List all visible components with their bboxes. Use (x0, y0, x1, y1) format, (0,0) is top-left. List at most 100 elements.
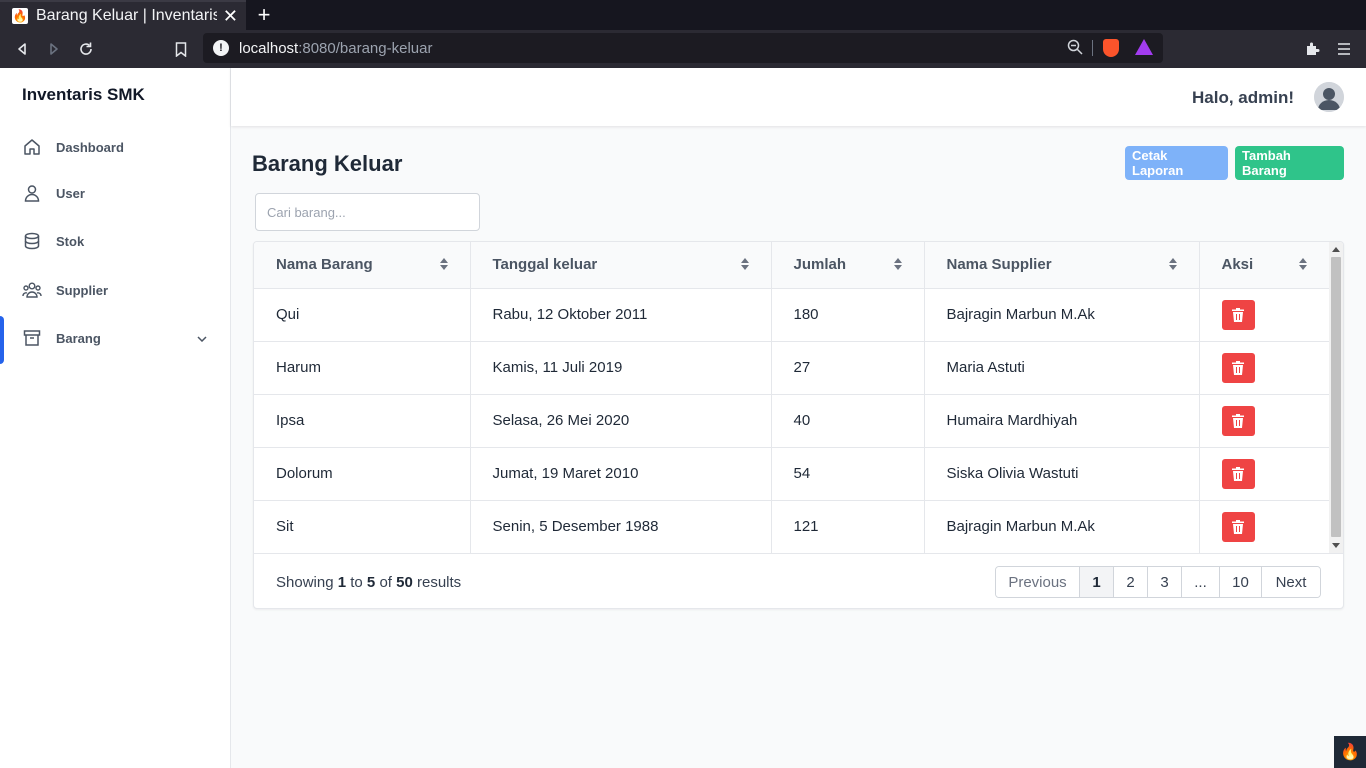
cell-date: Senin, 5 Desember 1988 (470, 500, 772, 554)
previous-page-button[interactable]: Previous (996, 567, 1080, 597)
table-row: Dolorum Jumat, 19 Maret 2010 54 Siska Ol… (254, 447, 1329, 501)
page-button-10[interactable]: 10 (1220, 567, 1262, 597)
cell-actions (1199, 447, 1329, 501)
trash-icon (1232, 307, 1244, 322)
results-to-word: to (350, 574, 363, 591)
column-header[interactable]: Tanggal keluar (470, 242, 772, 289)
sort-icon[interactable] (893, 258, 902, 272)
extensions-icon[interactable] (1300, 37, 1324, 61)
users-icon (22, 280, 42, 300)
tab-title: Barang Keluar | Inventaris (36, 7, 217, 24)
url-separator (1092, 40, 1093, 56)
sidebar-item-label: Supplier (56, 282, 109, 298)
column-header[interactable]: Nama Barang (254, 242, 471, 289)
cell-date: Rabu, 12 Oktober 2011 (470, 288, 772, 342)
table-scrollbar[interactable] (1329, 242, 1343, 553)
cell-quantity: 180 (771, 288, 925, 342)
delete-button[interactable] (1221, 352, 1255, 383)
menu-icon[interactable] (1332, 37, 1356, 61)
trash-icon (1232, 519, 1244, 534)
sidebar-item-stok[interactable]: Stok (0, 219, 231, 263)
sidebar-item-dashboard[interactable]: Dashboard (0, 125, 231, 169)
cell-actions (1199, 394, 1329, 448)
sort-icon[interactable] (439, 258, 448, 272)
bookmark-icon[interactable] (169, 37, 193, 61)
column-header-label: Aksi (1221, 256, 1254, 274)
brave-shields-icon[interactable] (1103, 39, 1119, 57)
sidebar-item-barang[interactable]: Barang (0, 316, 231, 364)
cell-quantity: 54 (771, 447, 925, 501)
zoom-icon[interactable] (1067, 39, 1083, 60)
page-button-1[interactable]: 1 (1080, 567, 1114, 597)
results-from: 1 (337, 574, 347, 591)
sort-icon[interactable] (1299, 258, 1307, 272)
sidebar-item-label: Dashboard (56, 139, 124, 155)
page-button-3[interactable]: 3 (1148, 567, 1182, 597)
cell-date: Selasa, 26 Mei 2020 (470, 394, 772, 448)
delete-button[interactable] (1221, 511, 1255, 542)
cell-quantity: 121 (771, 500, 925, 554)
database-icon (22, 231, 42, 251)
data-table-card: Nama Barang Tanggal keluar Jumlah Nama S… (253, 241, 1344, 609)
delete-button[interactable] (1221, 405, 1255, 436)
sort-icon[interactable] (740, 258, 749, 272)
table-footer: Showing 1 to 5 of 50 results Previous 1 … (254, 553, 1343, 608)
browser-tab-bar: 🔥 Barang Keluar | Inventaris ✕ + (0, 0, 1366, 30)
add-item-button[interactable]: Tambah Barang (1235, 146, 1344, 180)
column-header-label: Tanggal keluar (492, 256, 598, 274)
delete-button[interactable] (1221, 458, 1255, 489)
column-header[interactable]: Aksi (1199, 242, 1329, 289)
new-tab-icon[interactable]: + (254, 2, 274, 28)
url-bar[interactable]: ! localhost:8080/barang-keluar (203, 33, 1163, 63)
app-brand[interactable]: Inventaris SMK (22, 85, 145, 105)
results-to: 5 (366, 574, 376, 591)
sort-icon[interactable] (1168, 258, 1177, 272)
scrollbar-thumb[interactable] (1331, 257, 1341, 537)
cell-item-name: Ipsa (254, 394, 471, 448)
scroll-up-icon[interactable] (1332, 247, 1340, 252)
sidebar-item-label: Stok (56, 233, 85, 249)
scroll-down-icon[interactable] (1332, 543, 1340, 548)
cell-item-name: Qui (254, 288, 471, 342)
delete-button[interactable] (1221, 299, 1255, 330)
results-word: results (416, 574, 462, 591)
sidebar: Inventaris SMK Dashboard User Stok Suppl… (0, 68, 231, 768)
cell-item-name: Sit (254, 500, 471, 554)
trash-icon (1232, 360, 1244, 375)
cell-quantity: 40 (771, 394, 925, 448)
greeting-text: Halo, admin! (1191, 88, 1294, 107)
page-button-2[interactable]: 2 (1114, 567, 1148, 597)
forward-icon[interactable] (42, 37, 66, 61)
cell-supplier: Bajragin Marbun M.Ak (924, 288, 1200, 342)
sidebar-item-label: User (56, 185, 85, 201)
results-total: 50 (396, 574, 413, 591)
column-header[interactable]: Nama Supplier (924, 242, 1200, 289)
browser-tab[interactable]: 🔥 Barang Keluar | Inventaris ✕ (0, 0, 246, 30)
top-header: Halo, admin! (231, 68, 1366, 126)
chevron-down-icon[interactable] (197, 329, 207, 347)
reload-icon[interactable] (74, 37, 98, 61)
next-page-button[interactable]: Next (1262, 567, 1320, 597)
search-input[interactable] (255, 193, 480, 231)
brave-rewards-icon[interactable] (1135, 39, 1153, 55)
close-icon[interactable]: ✕ (223, 6, 238, 27)
cell-supplier: Siska Olivia Wastuti (924, 447, 1200, 501)
sidebar-item-user[interactable]: User (0, 171, 231, 215)
table-row: Harum Kamis, 11 Juli 2019 27 Maria Astut… (254, 341, 1329, 395)
debug-toolbar-icon[interactable]: 🔥 (1334, 736, 1366, 768)
print-report-button[interactable]: Cetak Laporan (1125, 146, 1228, 180)
sidebar-item-supplier[interactable]: Supplier (0, 268, 231, 312)
info-icon[interactable]: ! (213, 40, 229, 56)
archive-icon (22, 328, 42, 348)
column-header-label: Nama Supplier (946, 256, 1052, 274)
cell-actions (1199, 500, 1329, 554)
avatar[interactable] (1314, 82, 1344, 112)
data-table: Nama Barang Tanggal keluar Jumlah Nama S… (254, 242, 1329, 554)
table-row: Ipsa Selasa, 26 Mei 2020 40 Humaira Mard… (254, 394, 1329, 448)
back-icon[interactable] (10, 37, 34, 61)
cell-supplier: Bajragin Marbun M.Ak (924, 500, 1200, 554)
column-header[interactable]: Jumlah (771, 242, 925, 289)
results-summary: Showing 1 to 5 of 50 results (276, 574, 461, 591)
table-row: Qui Rabu, 12 Oktober 2011 180 Bajragin M… (254, 288, 1329, 342)
flame-icon: 🔥 (12, 8, 28, 24)
